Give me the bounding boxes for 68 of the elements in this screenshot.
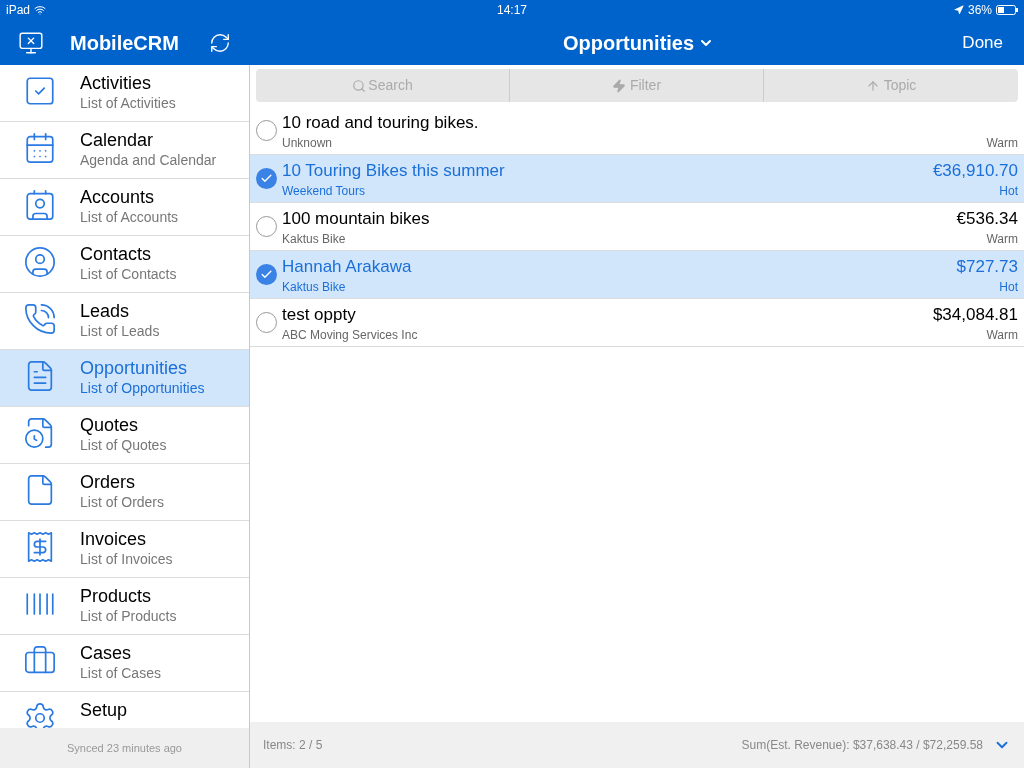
item-title: Cases — [80, 642, 133, 664]
device-name: iPad — [6, 2, 31, 19]
sidebar-item[interactable]: Opportunities List of Opportunities — [0, 350, 249, 407]
row-title: test oppty — [282, 303, 356, 326]
checkbox-icon — [23, 74, 57, 108]
location-icon — [953, 5, 964, 15]
row-title: 100 mountain bikes — [282, 207, 430, 230]
item-title: Products — [80, 585, 153, 607]
items-count: Items: 2 / 5 — [263, 737, 323, 754]
battery-icon — [996, 5, 1018, 15]
check-icon — [259, 268, 273, 281]
list-row[interactable]: 10 Touring Bikes this summer €36,910.70 Weekend Tours Hot — [250, 155, 1024, 203]
sync-status: Synced 23 minutes ago — [67, 740, 182, 756]
battery-percent: 36% — [967, 2, 992, 19]
row-subtitle: Unknown — [282, 134, 333, 151]
title-dropdown[interactable]: Opportunities — [563, 27, 715, 58]
item-title: Setup — [80, 699, 128, 721]
row-subtitle: Kaktus Bike — [282, 230, 346, 247]
check-icon — [259, 172, 273, 185]
item-subtitle: List of Products — [80, 607, 177, 625]
row-title: 10 road and touring bikes. — [282, 111, 479, 134]
item-subtitle: List of Contacts — [80, 265, 177, 283]
item-subtitle: List of Leads — [80, 322, 160, 340]
row-amount: $34,084.81 — [932, 303, 1018, 326]
item-title: Quotes — [80, 414, 140, 436]
contact-card-icon — [23, 188, 57, 222]
item-title: Contacts — [80, 243, 153, 265]
item-subtitle: List of Cases — [80, 664, 161, 682]
item-title: Accounts — [80, 186, 156, 208]
row-status: Warm — [986, 326, 1018, 343]
item-subtitle: List of Invoices — [80, 550, 173, 568]
row-subtitle: ABC Moving Services Inc — [282, 326, 418, 343]
list-row[interactable]: Hannah Arakawa $727.73 Kaktus Bike Hot — [250, 251, 1024, 299]
row-subtitle: Weekend Tours — [282, 182, 365, 199]
row-subtitle: Kaktus Bike — [282, 278, 346, 295]
item-title: Calendar — [80, 129, 155, 151]
revenue-sum: Sum(Est. Revenue): $37,638.43 / $72,259.58 — [741, 737, 983, 754]
person-icon — [23, 245, 57, 279]
calendar-icon — [23, 131, 57, 165]
item-title: Activities — [80, 72, 152, 94]
item-subtitle: List of Activities — [80, 94, 176, 112]
item-subtitle: Agenda and Calendar — [80, 151, 217, 169]
item-title: Opportunities — [80, 357, 189, 379]
row-title: 10 Touring Bikes this summer — [282, 159, 505, 182]
row-status: Hot — [999, 182, 1018, 199]
row-title: Hannah Arakawa — [282, 255, 412, 278]
item-title: Leads — [80, 300, 131, 322]
row-status: Warm — [986, 134, 1018, 151]
sync-icon[interactable] — [208, 31, 231, 54]
item-subtitle: List of Opportunities — [80, 379, 205, 397]
row-amount: $727.73 — [956, 255, 1018, 278]
row-amount: €536.34 — [956, 207, 1018, 230]
clock: 14:17 — [497, 2, 527, 19]
lightning-icon — [611, 78, 626, 93]
row-status: Hot — [999, 278, 1018, 295]
row-status: Warm — [986, 230, 1018, 247]
settings-icon — [23, 701, 57, 728]
item-title: Orders — [80, 471, 136, 493]
item-subtitle: List of Orders — [80, 493, 165, 511]
phone-icon — [23, 302, 57, 336]
item-title: Invoices — [80, 528, 148, 550]
wifi-icon — [34, 4, 47, 16]
item-subtitle: List of Accounts — [80, 208, 179, 226]
done-button[interactable]: Done — [962, 29, 1006, 56]
search-icon — [352, 78, 367, 93]
app-title: MobileCRM — [70, 30, 179, 56]
item-subtitle: List of Quotes — [80, 436, 167, 454]
row-amount: €36,910.70 — [932, 159, 1018, 182]
